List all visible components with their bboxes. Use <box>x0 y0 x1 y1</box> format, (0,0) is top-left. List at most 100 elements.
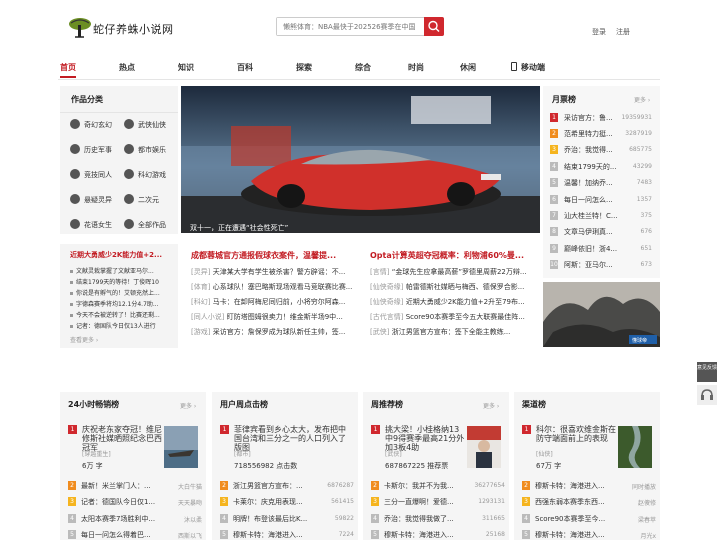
top-item-title[interactable]: 挑大梁！小桂格纳13中9得赛季最高21分外加3板4助 <box>385 425 465 451</box>
list-item[interactable]: 文献灵栽掌握了文献亚马尔... <box>70 266 174 275</box>
river-thumbnail[interactable] <box>618 426 652 468</box>
row-title: 卡斯尔：我并不为我... <box>384 482 454 490</box>
rank-row[interactable]: 2 范希里特力挺... 3287919 <box>550 128 656 140</box>
nav-fashion[interactable]: 时尚 <box>408 62 424 73</box>
news-item[interactable]: [言情] “金球先生应拿最高薪”罗德里周薪22万辩... <box>370 267 542 277</box>
list-item[interactable]: 记者：德国队今日仅13人进行 <box>70 321 174 330</box>
view-more-link[interactable]: 查看更多 › <box>70 335 98 344</box>
customer-service-button[interactable] <box>697 385 717 405</box>
category-label: 武侠仙侠 <box>138 121 166 129</box>
rank-number: 5 <box>550 178 558 187</box>
search-box[interactable] <box>276 17 444 36</box>
rank-row[interactable]: 6 每日一问怎么... 1357 <box>550 194 656 206</box>
rank-row[interactable]: 7 汕大桂兰特！C... 375 <box>550 210 656 222</box>
list-row[interactable]: 3 三分一直爆啊！爱德... 1293131 <box>371 497 505 509</box>
nav-general[interactable]: 综合 <box>355 62 371 73</box>
top-item-title[interactable]: 科尔：很喜欢维金斯在防守端面前上的表现 <box>536 425 616 451</box>
register-link[interactable]: 注册 <box>616 27 630 37</box>
list-row[interactable]: 2 卡斯尔：我并不为我... 36277654 <box>371 481 505 493</box>
rank-row[interactable]: 1 采访官方：鲁... 19359931 <box>550 112 656 124</box>
list-row[interactable]: 4 乔治：我觉得我做了... 311665 <box>371 514 505 526</box>
rank-number: 6 <box>550 195 558 204</box>
list-row[interactable]: 5 每日一问怎么得着巴... 西斯以飞 <box>68 530 202 540</box>
row-title: 每日一问怎么得着巴... <box>81 531 151 539</box>
news-photo[interactable]: 懂球帝 <box>543 282 660 347</box>
list-item[interactable]: 结束1799天的等待！丁俊晖10 <box>70 277 174 286</box>
rank-row[interactable]: 4 结束1799天的... 43299 <box>550 161 656 173</box>
list-item-text: 今天不会被逆转了！比赛还剩... <box>76 312 160 319</box>
rank-title: 乔治：我觉得... <box>564 146 613 154</box>
search-input[interactable] <box>277 18 425 35</box>
list-item[interactable]: 字德森赛季将均12.1分4.7助... <box>70 299 174 308</box>
rank-row[interactable]: 3 乔治：我觉得... 685775 <box>550 144 656 156</box>
nav-mobile[interactable]: 移动端 <box>511 62 545 73</box>
carousel-caption[interactable]: 双十一，正在遭遇“社会性死亡” <box>190 223 288 233</box>
game-icon <box>124 169 134 179</box>
list-row[interactable]: 5 穆斯卡特：海港进入... 25168 <box>371 530 505 540</box>
list-row[interactable]: 3 卡莱尔：庆克用表现... 561415 <box>220 497 354 509</box>
nav-hot[interactable]: 热点 <box>119 62 135 73</box>
list-item[interactable]: 今天不会被逆转了！比赛还剩... <box>70 310 174 319</box>
login-link[interactable]: 登录 <box>592 27 606 37</box>
rank-number: 4 <box>220 514 228 523</box>
news-text: 天津某大学有学生被杀害？警方辟谣：不... <box>212 268 346 276</box>
category-title: 作品分类 <box>71 95 103 104</box>
box-more-link[interactable]: 更多 › <box>180 401 196 410</box>
top-item-title[interactable]: 菲律宾看到乡心太大，发布把中国台湾和三分之一的人口列入了版图 <box>234 425 352 451</box>
list-row[interactable]: 4 Score90本赛季至今... 梁春苹 <box>522 514 656 526</box>
news-text: 心系球队！塞巴略斯现场观看马竞联赛比赛... <box>212 283 353 291</box>
rank-row[interactable]: 5 温馨！加纳乔... 7483 <box>550 177 656 189</box>
list-item[interactable]: 你说是有孵气的！艾顿充然上... <box>70 288 174 297</box>
monthly-rank-title: 月票榜 <box>552 95 576 104</box>
press-thumbnail[interactable] <box>467 426 501 468</box>
search-button[interactable] <box>424 17 444 36</box>
news-item[interactable]: [同人小说] 盯防塔图姆很卖力！维金斯半场9中... <box>191 312 363 322</box>
rank-count: 676 <box>640 228 652 235</box>
list-row[interactable]: 3 记者：德国队今日仅1... 天天暴吻 <box>68 497 202 509</box>
list-item-text: 记者：德国队今日仅13人进行 <box>76 323 156 330</box>
rank-row[interactable]: 8 文章马伊琍真... 676 <box>550 226 656 238</box>
feedback-button[interactable]: 意见反馈 <box>697 362 717 382</box>
carousel[interactable] <box>181 86 540 233</box>
featured-news-title[interactable]: 近期大勇威少2K能力值+2... <box>70 250 170 260</box>
site-logo[interactable]: 蛇仔养蛛小说网 <box>67 15 177 41</box>
monthly-rank-more-link[interactable]: 更多 › <box>634 95 650 104</box>
news-item[interactable]: [古代言情] Score90本赛季至今五大联赛最佳阵... <box>370 312 542 322</box>
news-item[interactable]: [游戏] 采访官方：詹保罗成为球队新任主帅，签... <box>191 327 363 337</box>
rank-row[interactable]: 9 巅峰依旧！浙4... 651 <box>550 243 656 255</box>
rank-number: 1 <box>550 113 558 122</box>
list-row[interactable]: 4 明牌！布登该最后比K... 59822 <box>220 514 354 526</box>
box-more-link[interactable]: 更多 › <box>483 401 499 410</box>
top-item-title[interactable]: 庆祝老东家夺冠！维尼修斯社媒晒照纪念巴西冠军 <box>82 425 162 451</box>
list-row[interactable]: 5 穆斯卡特：海港进入... 7224 <box>220 530 354 540</box>
news-item[interactable]: [灵异] 天津某大学有学生被杀害？警方辟谣：不... <box>191 267 363 277</box>
news-item[interactable]: [体育] 心系球队！塞巴略斯现场观看马竞联赛比赛... <box>191 282 363 292</box>
top-item-stat: 67万 字 <box>536 462 562 470</box>
list-row[interactable]: 2 浙江男篮官方宣布：... 6876287 <box>220 481 354 493</box>
nav-explore[interactable]: 探索 <box>296 62 312 73</box>
rank-title: 巅峰依旧！浙4... <box>564 245 618 253</box>
list-row[interactable]: 4 太阳本赛季7场胜利中... 沐以柔 <box>68 514 202 526</box>
bullet <box>70 292 73 295</box>
list-row[interactable]: 3 西强东弱本赛季东西... 赵傻修 <box>522 497 656 509</box>
news-item[interactable]: [仙侠奇缘] 近期大勇威少2K能力值+2升至79布... <box>370 297 542 307</box>
nav-knowledge[interactable]: 知识 <box>178 62 194 73</box>
rank-number: 5 <box>522 530 530 539</box>
rank-number: 1 <box>522 425 531 434</box>
news-item[interactable]: [科幻] 马卡：在卸阿梅尼同归前，小将穷尔阿森... <box>191 297 363 307</box>
headline-left[interactable]: 成都蓉城官方通报假球衣案件，温馨提... <box>191 250 359 261</box>
headline-right[interactable]: Opta计算英超夺冠概率：利物浦60%曼... <box>370 250 538 261</box>
nav-home[interactable]: 首页 <box>60 62 76 78</box>
news-item[interactable]: [武侠] 浙江男篮官方宣布：签下全能主教练... <box>370 327 542 337</box>
list-row[interactable]: 2 穆斯卡特：海港进入... 同时播放 <box>522 481 656 493</box>
rank-count: 19359931 <box>621 114 652 121</box>
nav-leisure[interactable]: 休闲 <box>460 62 476 73</box>
news-text: 浙江男篮官方宣布：签下全能主教练... <box>391 328 511 336</box>
bullet <box>70 303 73 306</box>
list-row[interactable]: 5 穆斯卡特：海港进入... 月光x <box>522 530 656 540</box>
boat-thumbnail[interactable] <box>164 426 198 468</box>
news-item[interactable]: [仙侠奇缘] 帕雷德斯社媒晒与梅西、德保罗合影... <box>370 282 542 292</box>
rank-row[interactable]: 10 阿斯：亚马尔... 673 <box>550 259 656 271</box>
list-row[interactable]: 2 最新！米兰掌门人：... 大白牛猫 <box>68 481 202 493</box>
nav-encyclopedia[interactable]: 百科 <box>237 62 253 73</box>
